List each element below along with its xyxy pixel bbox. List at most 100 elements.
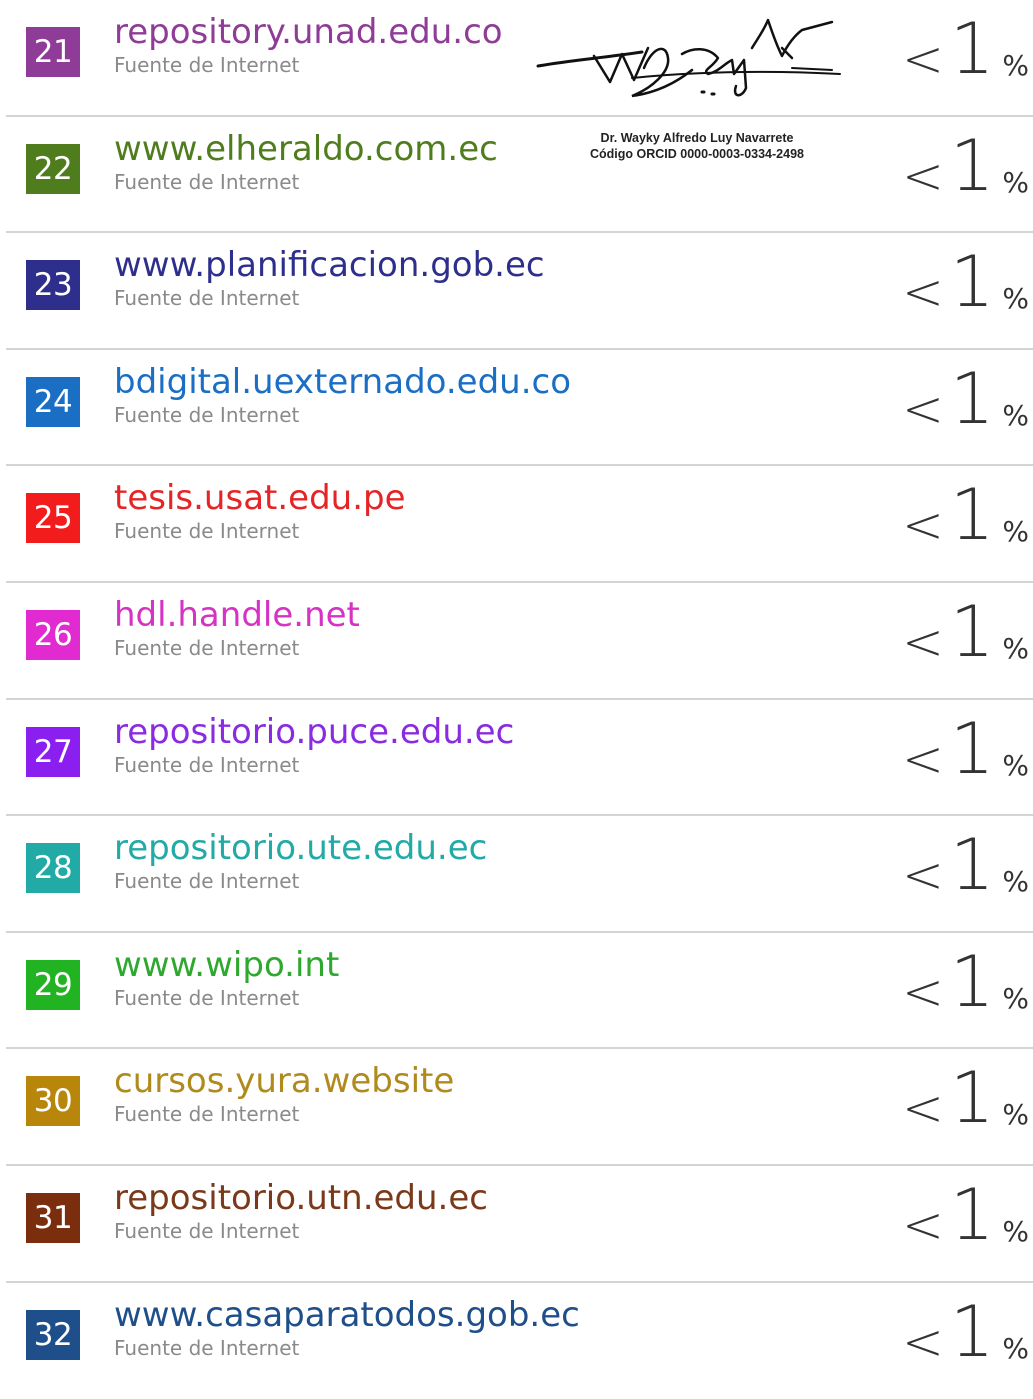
percent-prefix: < [901, 496, 944, 555]
source-row: 23 www.planificacion.gob.ec Fuente de In… [0, 233, 1033, 350]
source-name-link[interactable]: bdigital.uexternado.edu.co [114, 360, 571, 404]
source-row: 32 www.casaparatodos.gob.ec Fuente de In… [0, 1283, 1033, 1399]
source-type-label: Fuente de Internet [114, 985, 300, 1010]
percent-prefix: < [901, 962, 944, 1021]
source-type-label: Fuente de Internet [114, 635, 300, 660]
source-row: 31 repositorio.utn.edu.ec Fuente de Inte… [0, 1166, 1033, 1283]
percent-prefix: < [901, 1195, 944, 1254]
percent-value: 1 [949, 8, 995, 90]
percent-value: 1 [949, 1173, 995, 1256]
source-name-link[interactable]: hdl.handle.net [114, 593, 360, 637]
match-percentage: < 1 % [902, 237, 1029, 327]
match-percentage: < 1 % [902, 587, 1029, 677]
source-name-link[interactable]: www.planificacion.gob.ec [114, 243, 545, 287]
match-percentage: < 1 % [902, 820, 1029, 910]
source-number-badge: 30 [26, 1076, 80, 1127]
source-number-badge: 29 [26, 959, 80, 1010]
percent-value: 1 [949, 1057, 995, 1140]
percent-sign: % [1002, 515, 1029, 549]
match-percentage: < 1 % [902, 1287, 1029, 1377]
match-percentage: < 1 % [902, 354, 1029, 444]
handwritten-signature [536, 18, 841, 98]
match-percentage: < 1 % [902, 704, 1029, 794]
source-row: 26 hdl.handle.net Fuente de Internet < 1… [0, 583, 1033, 700]
source-number-badge: 22 [26, 143, 80, 194]
match-percentage: < 1 % [902, 1053, 1029, 1143]
percent-sign: % [1002, 1331, 1029, 1365]
source-row: 21 repository.unad.edu.co Fuente de Inte… [0, 0, 1033, 117]
percent-value: 1 [949, 124, 995, 207]
match-percentage: < 1 % [902, 1170, 1029, 1260]
match-percentage: < 1 % [902, 937, 1029, 1027]
percent-sign: % [1002, 1214, 1029, 1248]
source-name-link[interactable]: repositorio.puce.edu.ec [114, 710, 514, 754]
source-type-label: Fuente de Internet [114, 752, 300, 777]
source-row: 25 tesis.usat.edu.pe Fuente de Internet … [0, 466, 1033, 583]
percent-prefix: < [901, 846, 944, 905]
source-type-label: Fuente de Internet [114, 1102, 300, 1127]
percent-prefix: < [901, 729, 944, 788]
source-row: 24 bdigital.uexternado.edu.co Fuente de … [0, 350, 1033, 467]
percent-value: 1 [949, 940, 995, 1023]
percent-value: 1 [949, 241, 995, 324]
match-percentage: < 1 % [902, 121, 1029, 211]
percent-value: 1 [949, 590, 995, 673]
source-name-link[interactable]: repositorio.utn.edu.ec [114, 1176, 488, 1220]
source-type-label: Fuente de Internet [114, 1335, 300, 1360]
percent-sign: % [1002, 165, 1029, 199]
source-name-link[interactable]: repositorio.ute.edu.ec [114, 826, 487, 870]
source-type-label: Fuente de Internet [114, 519, 300, 544]
match-percentage: < 1 % [902, 4, 1029, 94]
source-type-label: Fuente de Internet [114, 869, 300, 894]
percent-sign: % [1002, 981, 1029, 1015]
source-name-link[interactable]: www.wipo.int [114, 943, 339, 987]
source-type-label: Fuente de Internet [114, 286, 300, 311]
source-row: 22 www.elheraldo.com.ec Fuente de Intern… [0, 117, 1033, 234]
percent-value: 1 [949, 1290, 995, 1373]
source-row: 28 repositorio.ute.edu.ec Fuente de Inte… [0, 816, 1033, 933]
percent-sign: % [1002, 49, 1029, 82]
source-number-badge: 31 [26, 1192, 80, 1243]
percent-prefix: < [901, 612, 944, 671]
source-type-label: Fuente de Internet [114, 169, 300, 194]
percent-sign: % [1002, 398, 1029, 432]
source-type-label: Fuente de Internet [114, 53, 300, 77]
source-number-badge: 26 [26, 609, 80, 660]
percent-value: 1 [949, 474, 995, 557]
percent-prefix: < [901, 263, 944, 322]
percent-value: 1 [949, 357, 995, 440]
source-row: 29 www.wipo.int Fuente de Internet < 1 % [0, 933, 1033, 1050]
source-type-label: Fuente de Internet [114, 402, 300, 427]
match-percentage: < 1 % [902, 470, 1029, 560]
source-number-badge: 25 [26, 493, 80, 544]
source-number-badge: 23 [26, 260, 80, 311]
signature-name: Dr. Wayky Alfredo Luy Navarrete [600, 131, 794, 145]
source-type-label: Fuente de Internet [114, 1218, 300, 1243]
source-row: 30 cursos.yura.website Fuente de Interne… [0, 1049, 1033, 1166]
percent-sign: % [1002, 748, 1029, 782]
source-name-link[interactable]: cursos.yura.website [114, 1059, 454, 1103]
source-name-link[interactable]: tesis.usat.edu.pe [114, 476, 406, 520]
source-name-link[interactable]: repository.unad.edu.co [114, 10, 503, 54]
percent-prefix: < [901, 30, 944, 88]
percent-sign: % [1002, 1098, 1029, 1132]
source-number-badge: 28 [26, 843, 80, 894]
percent-prefix: < [901, 146, 944, 205]
signature-orcid: Código ORCID 0000-0003-0334-2498 [590, 147, 804, 161]
percent-sign: % [1002, 865, 1029, 899]
percent-sign: % [1002, 631, 1029, 665]
percent-prefix: < [901, 379, 944, 438]
source-number-badge: 27 [26, 726, 80, 777]
percent-value: 1 [949, 824, 995, 907]
source-number-badge: 32 [26, 1309, 80, 1360]
source-name-link[interactable]: www.elheraldo.com.ec [114, 127, 498, 171]
signature-caption: Dr. Wayky Alfredo Luy Navarrete Código O… [552, 130, 842, 162]
percent-prefix: < [901, 1312, 944, 1371]
source-number-badge: 21 [26, 27, 80, 77]
source-name-link[interactable]: www.casaparatodos.gob.ec [114, 1293, 580, 1337]
source-number-badge: 24 [26, 376, 80, 427]
source-row: 27 repositorio.puce.edu.ec Fuente de Int… [0, 700, 1033, 817]
percent-sign: % [1002, 282, 1029, 316]
percent-value: 1 [949, 707, 995, 790]
source-list: 21 repository.unad.edu.co Fuente de Inte… [0, 0, 1033, 1399]
